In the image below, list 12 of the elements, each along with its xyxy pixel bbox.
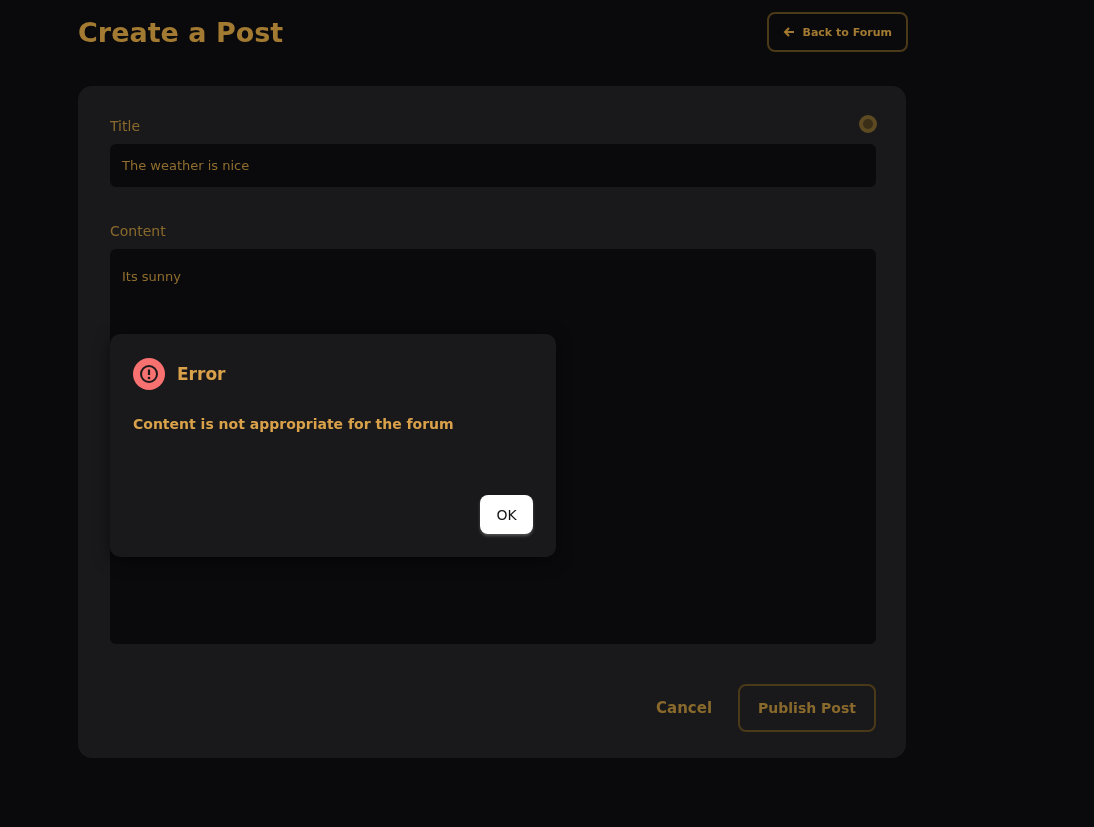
publish-button[interactable]: Publish Post xyxy=(738,684,876,732)
error-message: Content is not appropriate for the forum xyxy=(133,416,455,432)
back-button[interactable]: Back to Forum xyxy=(766,12,908,52)
cancel-button[interactable]: Cancel xyxy=(656,699,713,717)
page-title: Create a Post xyxy=(78,16,284,48)
ok-button[interactable]: OK xyxy=(480,495,533,534)
alert-icon xyxy=(133,358,165,390)
field-label: Title xyxy=(110,118,140,134)
field-label: Content xyxy=(110,223,166,239)
arrow-left-icon xyxy=(782,26,795,38)
title-field[interactable]: The weather is nice xyxy=(110,144,876,187)
dialog-title: Error xyxy=(177,364,226,384)
